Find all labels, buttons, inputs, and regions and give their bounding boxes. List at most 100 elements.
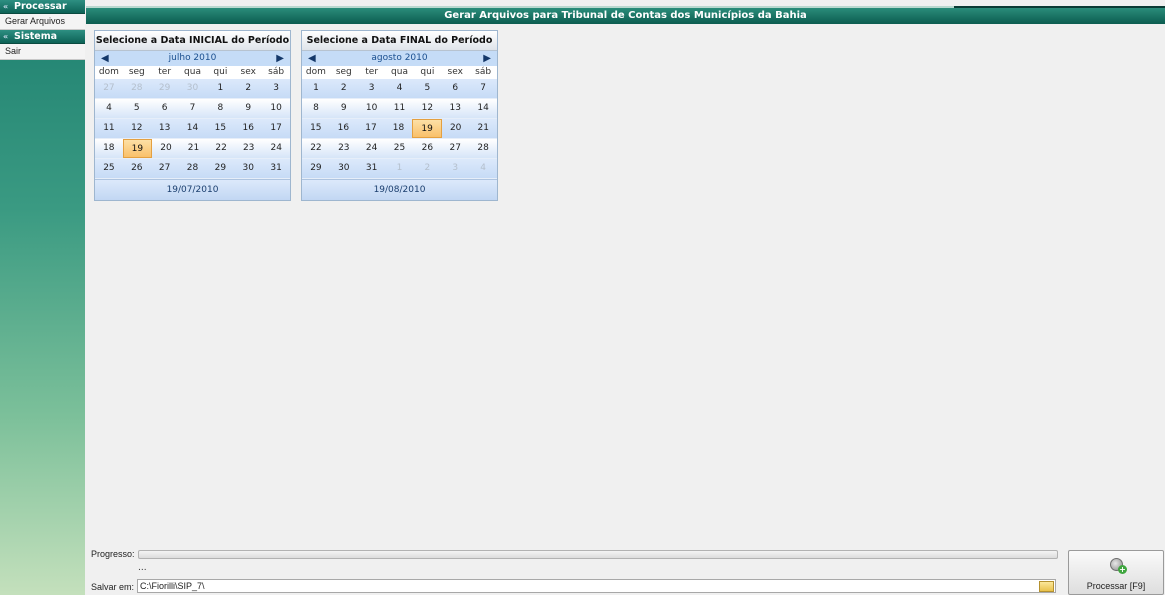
calendar-selected-date[interactable]: 19/08/2010 [302,179,497,200]
calendar-day[interactable]: 30 [179,79,207,98]
calendar-day[interactable]: 23 [235,139,263,158]
calendar-selected-date[interactable]: 19/07/2010 [95,179,290,200]
calendar-day[interactable]: 24 [262,139,290,158]
calendar-day[interactable]: 30 [234,159,262,178]
calendar-day[interactable]: 18 [385,119,413,138]
calendar-day[interactable]: 25 [386,139,414,158]
calendar-day[interactable]: 4 [95,99,123,118]
calendar-day[interactable]: 3 [441,159,469,178]
calendar-day[interactable]: 26 [413,139,441,158]
calendar-day[interactable]: 23 [330,139,358,158]
process-button[interactable]: + Processar [F9] [1068,550,1164,595]
calendar-day[interactable]: 15 [302,119,330,138]
calendar-day[interactable]: 29 [151,79,179,98]
calendar-day[interactable]: 22 [302,139,330,158]
weekday-label: sex [447,67,463,77]
calendar-month-label[interactable]: agosto 2010 [371,53,427,63]
sidebar: « Processar Gerar Arquivos « Sistema Sai… [0,0,85,595]
calendar-day[interactable]: 27 [441,139,469,158]
calendar-day[interactable]: 13 [441,99,469,118]
calendar-day[interactable]: 2 [330,79,358,98]
calendar-day[interactable]: 5 [413,79,441,98]
calendar-day[interactable]: 1 [206,79,234,98]
weekday-label: sáb [268,67,285,77]
sidebar-group-sistema[interactable]: « Sistema [0,30,85,44]
calendar-day-selected[interactable]: 19 [412,119,442,138]
calendar-day[interactable]: 5 [123,99,151,118]
calendar-month-label[interactable]: julho 2010 [169,53,217,63]
calendar-day[interactable]: 4 [469,159,497,178]
calendar-day[interactable]: 17 [357,119,385,138]
calendar-day[interactable]: 31 [262,159,290,178]
weekday-label: qua [184,67,201,77]
calendar-day[interactable]: 14 [469,99,497,118]
double-chevron-down-icon: « [3,2,9,11]
calendar-day[interactable]: 30 [330,159,358,178]
calendar-day[interactable]: 1 [386,159,414,178]
chevron-left-icon[interactable]: ◀ [101,51,109,66]
calendar-day[interactable]: 14 [179,119,207,138]
calendar-day[interactable]: 3 [262,79,290,98]
calendar-week-row: 18 19 20 21 22 23 24 [95,139,290,159]
calendar-day[interactable]: 16 [330,119,358,138]
calendar-week-row: 25 26 27 28 29 30 31 [95,159,290,179]
chevron-right-icon[interactable]: ▶ [276,51,284,66]
calendar-day[interactable]: 21 [469,119,497,138]
calendar-day[interactable]: 11 [386,99,414,118]
calendar-day[interactable]: 10 [262,99,290,118]
status-text: ... [138,563,147,573]
weekday-label: qua [391,67,408,77]
calendar-day[interactable]: 4 [386,79,414,98]
calendar-day[interactable]: 28 [469,139,497,158]
save-location-label: Salvar em: [91,582,135,592]
calendar-day[interactable]: 1 [302,79,330,98]
calendar-day[interactable]: 26 [123,159,151,178]
folder-icon[interactable] [1039,581,1054,592]
calendar-day[interactable]: 2 [413,159,441,178]
calendar-day[interactable]: 2 [234,79,262,98]
sidebar-item-sair[interactable]: Sair [0,44,85,60]
calendar-day[interactable]: 20 [442,119,470,138]
chevron-right-icon[interactable]: ▶ [483,51,491,66]
sidebar-item-gerar-arquivos[interactable]: Gerar Arquivos [0,14,85,30]
calendar-day[interactable]: 24 [358,139,386,158]
calendar-day[interactable]: 28 [179,159,207,178]
calendar-day[interactable]: 15 [206,119,234,138]
sidebar-group-processar[interactable]: « Processar [0,0,85,14]
weekday-label: qui [213,67,228,77]
calendar-day[interactable]: 17 [262,119,290,138]
calendar-day[interactable]: 20 [152,139,180,158]
save-path-field[interactable]: C:\Fiorilli\SIP_7\ [137,579,1056,593]
calendar-day[interactable]: 8 [206,99,234,118]
calendar-day[interactable]: 25 [95,159,123,178]
calendar-day[interactable]: 9 [234,99,262,118]
calendar-day[interactable]: 11 [95,119,123,138]
calendar-day[interactable]: 3 [358,79,386,98]
chevron-left-icon[interactable]: ◀ [308,51,316,66]
calendar-day-selected[interactable]: 19 [122,139,153,158]
calendar-header: Selecione a Data INICIAL do Período [95,31,290,51]
calendar-day[interactable]: 8 [302,99,330,118]
calendar-day[interactable]: 29 [302,159,330,178]
calendar-day[interactable]: 18 [95,139,123,158]
calendar-day[interactable]: 21 [180,139,208,158]
calendar-day[interactable]: 9 [330,99,358,118]
calendar-day[interactable]: 22 [207,139,235,158]
calendar-header: Selecione a Data FINAL do Período [302,31,497,51]
calendar-day[interactable]: 12 [413,99,441,118]
calendar-day[interactable]: 27 [95,79,123,98]
calendar-week-row: 11 12 13 14 15 16 17 [95,119,290,139]
calendar-day[interactable]: 16 [234,119,262,138]
calendar-day[interactable]: 6 [441,79,469,98]
calendar-day[interactable]: 12 [123,119,151,138]
progress-bar [138,550,1058,559]
calendar-day[interactable]: 7 [469,79,497,98]
calendar-day[interactable]: 6 [151,99,179,118]
calendar-day[interactable]: 13 [151,119,179,138]
calendar-day[interactable]: 28 [123,79,151,98]
calendar-day[interactable]: 29 [206,159,234,178]
calendar-day[interactable]: 7 [179,99,207,118]
calendar-day[interactable]: 27 [151,159,179,178]
calendar-day[interactable]: 10 [358,99,386,118]
calendar-day[interactable]: 31 [358,159,386,178]
